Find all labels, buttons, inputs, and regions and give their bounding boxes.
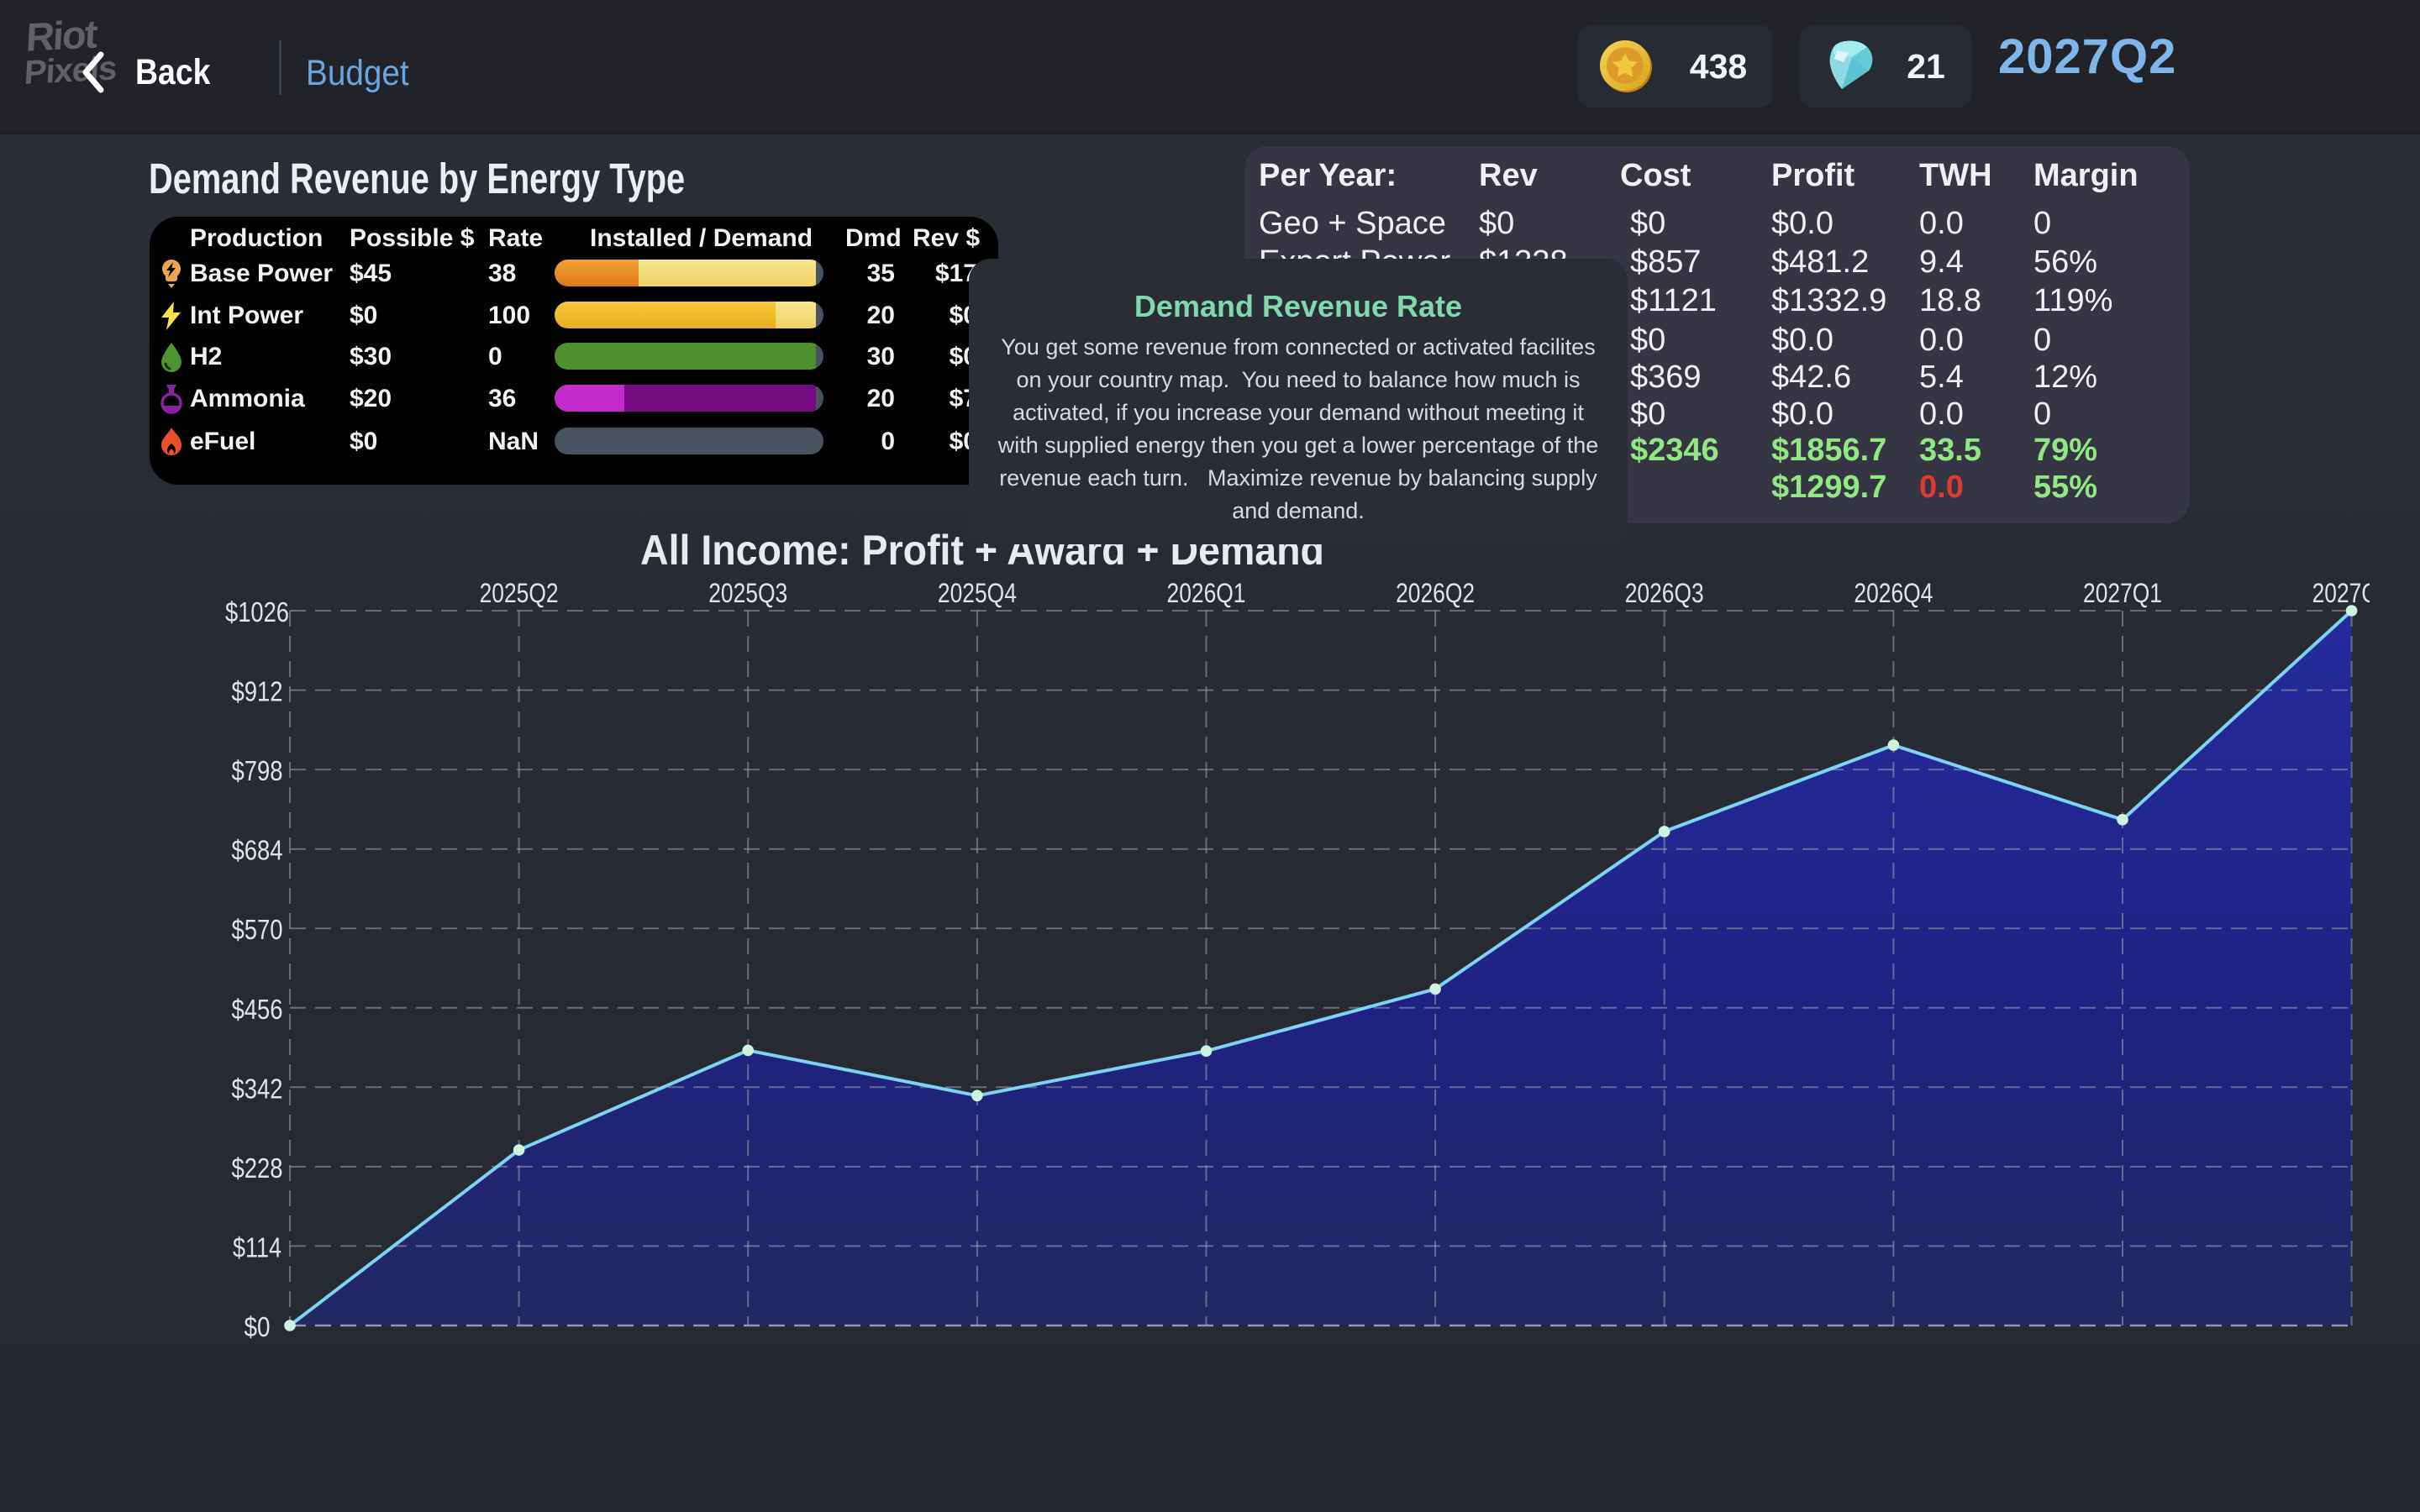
svg-text:2026Q3: 2026Q3 <box>1625 578 1704 608</box>
svg-text:2026Q1: 2026Q1 <box>1167 578 1246 608</box>
svg-text:2026Q4: 2026Q4 <box>1854 578 1933 608</box>
svg-text:$0: $0 <box>245 1311 271 1342</box>
svg-text:2027Q2: 2027Q2 <box>2312 578 2391 608</box>
svg-text:2027Q1: 2027Q1 <box>2083 578 2162 608</box>
svg-text:2025Q3: 2025Q3 <box>708 578 787 608</box>
svg-text:$912: $912 <box>232 676 283 707</box>
svg-text:$228: $228 <box>232 1152 283 1184</box>
svg-text:2026Q2: 2026Q2 <box>1396 578 1475 608</box>
svg-text:$798: $798 <box>232 755 283 786</box>
svg-text:$342: $342 <box>232 1073 283 1104</box>
svg-text:$114: $114 <box>233 1231 281 1263</box>
svg-text:$570: $570 <box>232 914 283 945</box>
svg-text:$684: $684 <box>232 835 283 866</box>
svg-text:$456: $456 <box>232 994 283 1025</box>
svg-text:2025Q2: 2025Q2 <box>480 578 559 608</box>
svg-text:$1026: $1026 <box>225 596 289 627</box>
svg-text:2025Q4: 2025Q4 <box>938 578 1017 608</box>
